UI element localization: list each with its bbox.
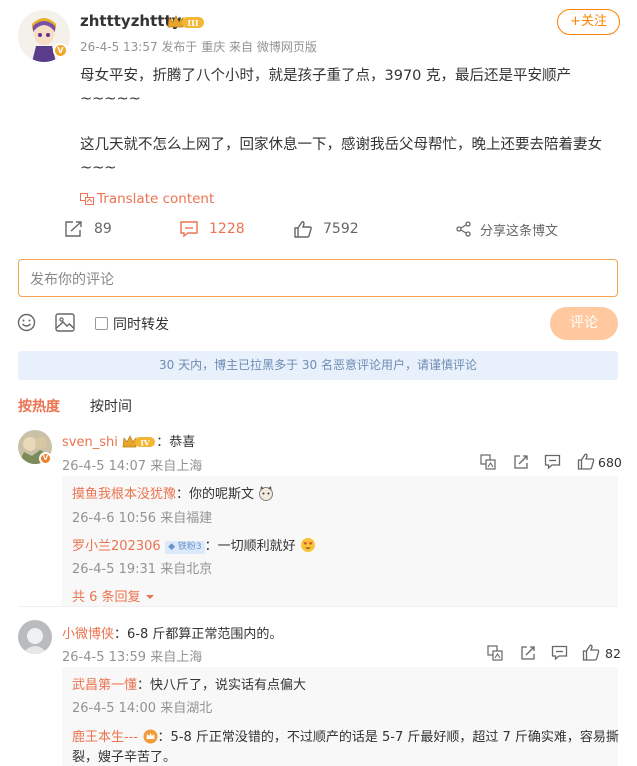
repost-icon — [65, 221, 82, 237]
reply-line: 鹿王本生--- ：5-8 斤正常没错的，不过顺产的话是 5-7 斤最好顺，超过 … — [72, 726, 619, 745]
verified-badge-icon: V — [53, 43, 68, 58]
level-crown-icon: IV — [122, 435, 156, 448]
comment-line: sven_shi IV ：恭喜 — [62, 431, 195, 450]
repost-icon[interactable] — [513, 454, 529, 470]
image-icon[interactable] — [55, 313, 75, 332]
submit-comment-button[interactable]: 评论 — [550, 307, 618, 340]
share-label: 分享这条博文 — [480, 223, 559, 239]
commenter-name[interactable]: 小微博侠 — [62, 627, 114, 642]
comment-line: 小微博侠：6-8 斤都算正常范围内的。 — [62, 623, 282, 642]
reply-text: ：你的呢斯文 — [176, 487, 255, 502]
sort-by-time-tab[interactable]: 按时间 — [90, 396, 132, 416]
comment-icon[interactable] — [544, 454, 561, 470]
sort-by-hot-tab[interactable]: 按热度 — [18, 396, 60, 416]
translate-icon[interactable] — [480, 454, 496, 470]
chevron-down-icon — [145, 595, 154, 599]
comment-button[interactable]: 1228 — [179, 218, 245, 240]
reply-meta: 26-4-5 19:31 来自北京 — [72, 562, 213, 577]
reply-author[interactable]: 罗小兰202306 — [72, 539, 161, 554]
comment-count: 1228 — [209, 221, 245, 237]
reply-line: 摸鱼我根本没犹豫：你的呢斯文 — [72, 483, 274, 502]
verified-badge-icon: V — [39, 452, 52, 465]
more-replies-label: 共 6 条回复 — [72, 590, 141, 605]
post-text-line: ~~~ — [80, 160, 117, 176]
comment-like-count: 82 — [605, 646, 621, 661]
translate-link[interactable]: Translate content — [80, 191, 214, 207]
level-crown-icon: III — [167, 15, 204, 28]
commenter-level: IV — [141, 439, 151, 448]
like-button[interactable]: 7592 — [293, 218, 359, 240]
reply-text-continued: 裂，嫂子辛苦了。 — [72, 750, 177, 765]
comment-text: ：恭喜 — [156, 435, 196, 450]
share-icon — [456, 221, 471, 237]
emoji-icon[interactable] — [17, 313, 36, 332]
crown-badge-icon — [143, 729, 158, 744]
thumbs-up-icon[interactable] — [577, 453, 595, 470]
comment-input[interactable]: 发布你的评论 — [18, 259, 618, 297]
like-count: 7592 — [323, 221, 359, 237]
reply-text: ：快八斤了，说实话有点偏大 — [137, 678, 307, 693]
also-repost-checkbox[interactable] — [95, 317, 108, 330]
reply-line: 罗小兰202306 ◆ 铁粉3 ：一切顺利就好 — [72, 535, 316, 554]
post-text-line: ~~~~~ — [80, 91, 141, 107]
translate-label: Translate content — [97, 191, 215, 207]
post-content: 母女平安，折腾了八个小时，就是孩子重了点，3970 克，最后还是平安顺产 ~~~… — [80, 65, 625, 180]
cat-emoji-icon — [259, 486, 274, 501]
reply-author[interactable]: 鹿王本生--- — [72, 730, 138, 745]
comment-divider — [18, 606, 618, 607]
fan-badge: ◆ 铁粉3 — [165, 541, 205, 554]
repost-button[interactable]: 89 — [64, 218, 112, 240]
share-button[interactable]: 分享这条博文 — [456, 218, 558, 240]
commenter-avatar[interactable] — [18, 620, 52, 654]
comment-notice: 30 天内，博主已拉黑多于 30 名恶意评论用户，请谨慎评论 — [18, 351, 618, 380]
comment-meta: 26-4-5 14:07 来自上海 — [62, 459, 203, 474]
comment-icon — [180, 221, 198, 238]
comment-icon[interactable] — [551, 645, 568, 661]
repost-count: 89 — [94, 221, 112, 237]
post-meta: 26-4-5 13:57 发布于 重庆 来自 微博网页版 — [80, 40, 317, 54]
reply-text: ：5-8 斤正常没错的，不过顺产的话是 5-7 斤最好顺，超过 7 斤确实难，容… — [157, 730, 619, 745]
post-text-line: 母女平安，折腾了八个小时，就是孩子重了点，3970 克，最后还是平安顺产 — [80, 68, 572, 84]
reply-author[interactable]: 武昌第一懂 — [72, 678, 137, 693]
translate-icon[interactable] — [487, 645, 503, 661]
comment-text: ：6-8 斤都算正常范围内的。 — [114, 627, 283, 642]
heart-eyes-emoji-icon — [301, 538, 316, 552]
post-text-line: 这几天就不怎么上网了，回家休息一下，感谢我岳父母帮忙，晚上还要去陪着妻女 — [80, 137, 602, 153]
more-replies-link[interactable]: 共 6 条回复 — [72, 586, 155, 605]
fan-badge-label: 铁粉3 — [177, 542, 202, 552]
reply-line: 武昌第一懂：快八斤了，说实话有点偏大 — [72, 674, 306, 693]
repost-icon[interactable] — [520, 645, 536, 661]
reply-meta: 26-4-5 14:00 来自湖北 — [72, 701, 213, 716]
reply-text: ：一切顺利就好 — [204, 539, 296, 554]
reply-author[interactable]: 摸鱼我根本没犹豫 — [72, 487, 176, 502]
thumbs-up-icon — [294, 221, 312, 238]
author-level: III — [187, 18, 198, 28]
thumbs-up-icon[interactable] — [582, 644, 600, 661]
translate-icon — [80, 193, 94, 205]
also-repost-label: 同时转发 — [113, 317, 169, 333]
comment-like-count: 680 — [598, 455, 622, 470]
commenter-name[interactable]: sven_shi — [62, 435, 118, 450]
comment-input-placeholder: 发布你的评论 — [30, 272, 114, 288]
follow-button[interactable]: +关注 — [557, 9, 620, 35]
reply-meta: 26-4-6 10:56 来自福建 — [72, 511, 213, 526]
comment-meta: 26-4-5 13:59 来自上海 — [62, 650, 203, 665]
